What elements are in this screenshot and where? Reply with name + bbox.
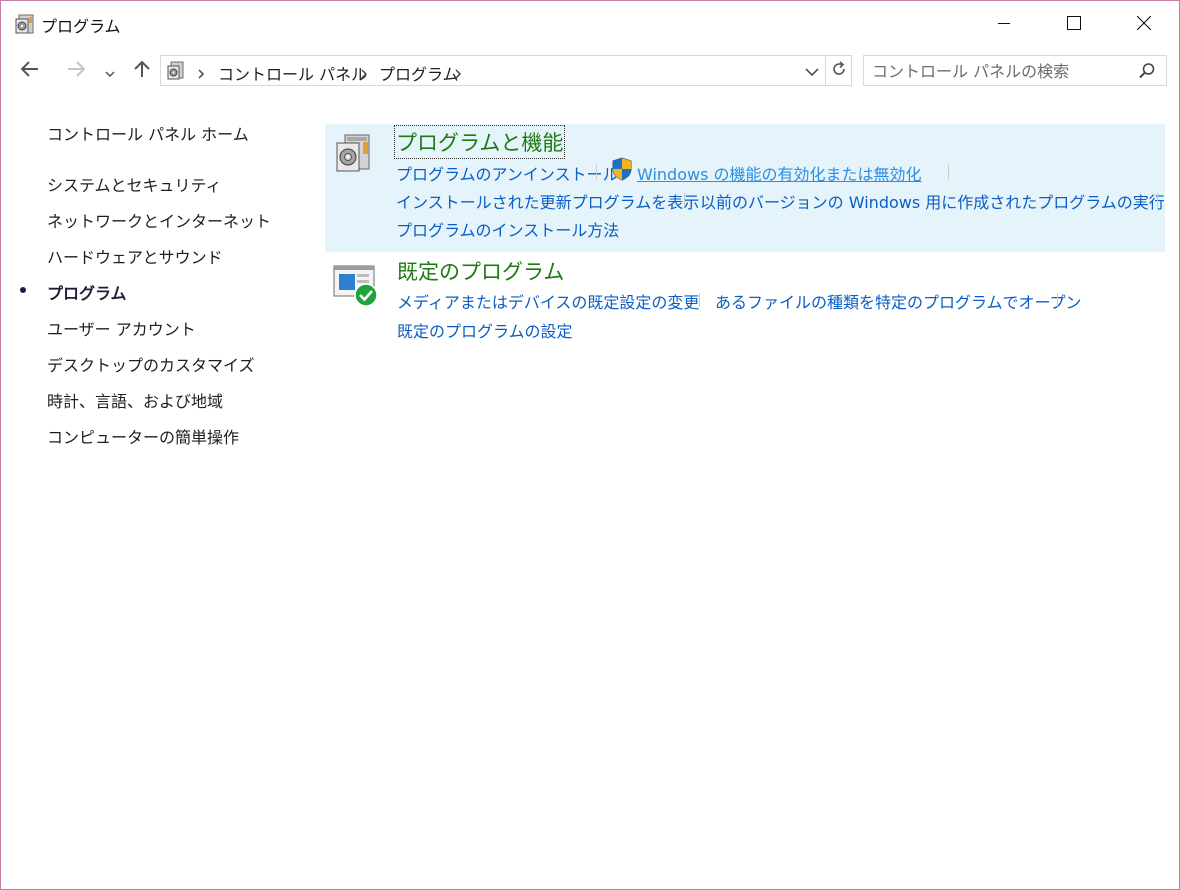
sidebar-item-desktop-customization[interactable]: デスクトップのカスタマイズ <box>47 352 255 376</box>
recent-locations-button[interactable] <box>101 57 119 85</box>
breadcrumb-separator-icon[interactable] <box>360 65 370 79</box>
navigation-bar: コントロール パネル プログラム <box>1 51 1179 91</box>
breadcrumb-separator-icon[interactable] <box>197 65 207 79</box>
link-divider <box>684 193 685 207</box>
window-title: プログラム <box>41 17 121 36</box>
default-programs-icon <box>333 264 379 312</box>
uac-shield-icon <box>611 157 633 181</box>
link-how-to-install[interactable]: プログラムのインストール方法 <box>396 217 619 241</box>
minimize-button[interactable] <box>981 1 1027 45</box>
search-icon[interactable] <box>1138 62 1156 80</box>
link-media-device-defaults[interactable]: メディアまたはデバイスの既定設定の変更 <box>397 289 699 313</box>
link-divider <box>948 165 949 179</box>
category-programs-features: プログラムと機能 プログラムのアンインストール Windows の機能の有効化ま… <box>325 124 1165 252</box>
chevron-down-icon <box>805 61 819 80</box>
arrow-right-icon <box>67 61 86 81</box>
search-input[interactable] <box>872 60 1127 82</box>
breadcrumb-programs[interactable]: プログラム <box>379 61 459 85</box>
link-divider <box>1057 293 1058 307</box>
link-divider <box>1157 193 1158 207</box>
link-set-default-programs[interactable]: 既定のプログラムの設定 <box>397 318 573 342</box>
chevron-down-icon <box>105 62 115 81</box>
up-button[interactable] <box>127 57 157 85</box>
programs-features-icon <box>335 132 373 180</box>
link-divider <box>596 165 597 179</box>
control-panel-window: プログラム コントロール パネル プログラム コントロール パネルの検索 コント… <box>0 0 1180 890</box>
sidebar-item-hardware-sound[interactable]: ハードウェアとサウンド <box>47 244 223 268</box>
sidebar-item-programs[interactable]: プログラム <box>47 280 127 304</box>
arrow-left-icon <box>20 61 39 81</box>
breadcrumb-control-panel[interactable]: コントロール パネル <box>218 61 367 85</box>
link-windows-features[interactable]: Windows の機能の有効化または無効化 <box>637 161 922 185</box>
sidebar-item-control-panel-home[interactable]: コントロール パネル ホーム <box>47 121 249 145</box>
arrow-up-icon <box>134 60 150 82</box>
sidebar-item-network-internet[interactable]: ネットワークとインターネット <box>47 208 271 232</box>
category-title-programs-features[interactable]: プログラムと機能 <box>393 125 566 159</box>
refresh-button[interactable] <box>825 56 851 85</box>
title-bar[interactable]: プログラム <box>1 1 1179 47</box>
link-open-file-type[interactable]: あるファイルの種類を特定のプログラムでオープン <box>715 289 1082 313</box>
category-title-default-programs[interactable]: 既定のプログラム <box>397 256 564 286</box>
link-divider <box>699 293 700 307</box>
sidebar-item-ease-of-access[interactable]: コンピューターの簡単操作 <box>47 424 239 448</box>
link-uninstall-program[interactable]: プログラムのアンインストール <box>396 161 619 185</box>
breadcrumb-separator-icon[interactable] <box>454 65 464 79</box>
refresh-icon <box>831 60 847 81</box>
sidebar-item-system-security[interactable]: システムとセキュリティ <box>47 172 222 196</box>
forward-button[interactable] <box>61 57 91 85</box>
category-default-programs: 既定のプログラム メディアまたはデバイスの既定設定の変更 あるファイルの種類を特… <box>325 254 1165 346</box>
close-button[interactable] <box>1121 1 1167 45</box>
current-item-bullet-icon <box>20 287 26 293</box>
link-view-installed-updates[interactable]: インストールされた更新プログラムを表示 <box>396 189 699 213</box>
sidebar-item-clock-language-region[interactable]: 時計、言語、および地域 <box>47 388 223 412</box>
sidebar-item-user-accounts[interactable]: ユーザー アカウント <box>47 316 196 340</box>
address-bar[interactable]: コントロール パネル プログラム <box>160 55 852 86</box>
back-button[interactable] <box>15 57 45 85</box>
search-box[interactable] <box>863 55 1167 86</box>
programs-location-icon <box>167 61 185 81</box>
link-run-older-programs[interactable]: 以前のバージョンの Windows 用に作成されたプログラムの実行 <box>700 189 1165 213</box>
programs-app-icon <box>15 13 35 35</box>
maximize-button[interactable] <box>1051 1 1097 45</box>
address-history-button[interactable] <box>799 56 825 85</box>
